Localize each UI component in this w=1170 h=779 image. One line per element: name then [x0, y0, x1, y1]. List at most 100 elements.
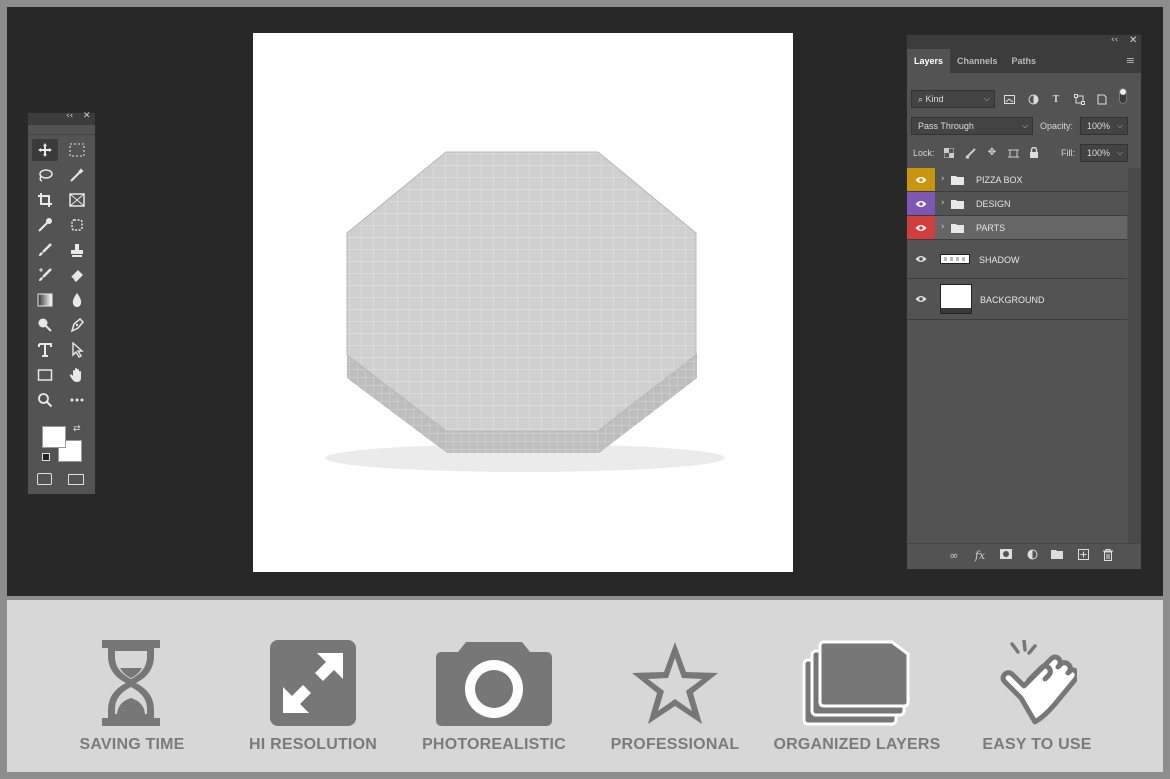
adjustment-filter-icon[interactable] — [1027, 93, 1039, 105]
layer-name: PARTS — [976, 223, 1006, 233]
visibility-eye-icon[interactable] — [907, 216, 935, 239]
magic-wand-icon[interactable] — [64, 164, 90, 186]
folder-icon — [951, 200, 964, 209]
close-icon[interactable]: ✕ — [1129, 35, 1137, 46]
frame: ‹‹ ✕ ⇄ ‹‹ ✕ Layers Channels Paths ≡ ⌕ Ki… — [0, 0, 1170, 779]
tab-channels[interactable]: Channels — [950, 49, 1005, 73]
layer-name: DESIGN — [976, 199, 1011, 209]
brush-icon[interactable] — [32, 239, 58, 261]
type-tool-icon[interactable] — [32, 339, 58, 361]
tools-panel: ‹‹ ✕ ⇄ — [27, 111, 96, 495]
default-colors-icon[interactable] — [42, 453, 50, 461]
collapse-icon[interactable]: ‹‹ — [1111, 35, 1118, 45]
eraser-icon[interactable] — [64, 264, 90, 286]
pixel-filter-icon[interactable] — [1003, 93, 1015, 105]
features-band: SAVING TIME HI RESOLUTION PHOTOREALISTIC — [7, 600, 1163, 772]
layers-panel-header[interactable]: ‹‹ ✕ — [907, 35, 1141, 49]
scrollbar[interactable] — [1128, 168, 1141, 548]
photoshop-workspace: ‹‹ ✕ ⇄ ‹‹ ✕ Layers Channels Paths ≡ ⌕ Ki… — [7, 7, 1163, 596]
folder-icon — [951, 176, 964, 185]
foreground-color-swatch[interactable] — [42, 426, 66, 448]
type-filter-icon[interactable]: T — [1050, 93, 1062, 105]
layer-thumbnail — [940, 254, 970, 264]
chevron-down-icon: ⌵ — [1116, 121, 1123, 130]
feature-easy-to-use: EASY TO USE — [942, 600, 1132, 772]
feature-label: EASY TO USE — [982, 736, 1092, 753]
lock-pixels-icon[interactable] — [964, 147, 976, 159]
feature-professional: PROFESSIONAL — [580, 600, 770, 772]
tab-layers[interactable]: Layers — [907, 49, 951, 73]
layer-row[interactable]: BACKGROUND — [907, 279, 1127, 320]
lock-position-icon[interactable]: ✥ — [986, 146, 998, 158]
smart-object-filter-icon[interactable] — [1096, 93, 1108, 105]
layer-name: BACKGROUND — [980, 295, 1045, 305]
rectangle-tool-icon[interactable] — [32, 364, 58, 386]
lock-artboard-icon[interactable] — [1007, 147, 1019, 159]
blur-icon[interactable] — [64, 289, 90, 311]
close-icon[interactable]: ✕ — [83, 111, 91, 121]
chevron-right-icon[interactable]: › — [941, 174, 945, 184]
panel-menu-icon[interactable]: ≡ — [1126, 55, 1135, 66]
fill-field[interactable]: 100% ⌵ — [1080, 144, 1128, 162]
visibility-eye-icon[interactable] — [907, 192, 935, 215]
chevron-right-icon[interactable]: › — [941, 222, 945, 232]
marquee-tool-icon[interactable] — [64, 139, 90, 161]
swap-colors-icon[interactable]: ⇄ — [73, 424, 81, 434]
fill-label: Fill: — [1061, 148, 1075, 158]
collapse-icon[interactable]: ‹‹ — [66, 111, 73, 121]
more-tools-icon[interactable] — [64, 389, 90, 411]
gradient-icon[interactable] — [32, 289, 58, 311]
tools-panel-header[interactable]: ‹‹ ✕ — [28, 111, 95, 125]
stamp-icon[interactable] — [64, 239, 90, 261]
history-brush-icon[interactable] — [32, 264, 58, 286]
search-icon: ⌕ — [918, 94, 926, 104]
filter-kind-value: Kind — [925, 94, 944, 104]
layer-row[interactable]: › DESIGN — [907, 192, 1127, 216]
adjustment-icon[interactable] — [1025, 549, 1039, 563]
blend-mode-select[interactable]: Pass Through ⌵ — [911, 117, 1033, 135]
new-layer-icon[interactable] — [1076, 549, 1090, 563]
visibility-eye-icon[interactable] — [907, 168, 935, 191]
shape-filter-icon[interactable] — [1073, 93, 1085, 105]
blend-mode-value: Pass Through — [918, 121, 974, 131]
path-select-icon[interactable] — [64, 339, 90, 361]
quick-mask-icon[interactable] — [37, 473, 52, 485]
screen-mode-icon[interactable] — [68, 474, 84, 485]
trash-icon[interactable] — [1101, 549, 1115, 563]
pen-icon[interactable] — [64, 314, 90, 336]
move-tool-icon[interactable] — [32, 139, 58, 161]
layer-row-selected[interactable]: › PARTS — [907, 216, 1127, 240]
new-group-icon[interactable] — [1050, 549, 1064, 563]
frame-tool-icon[interactable] — [64, 189, 90, 211]
opacity-label: Opacity: — [1040, 121, 1074, 131]
link-icon[interactable]: ∞ — [947, 549, 961, 563]
dodge-icon[interactable] — [32, 314, 58, 336]
filter-toggle-icon[interactable] — [1117, 88, 1129, 104]
layer-name: SHADOW — [979, 255, 1020, 265]
fx-icon[interactable]: fx — [973, 549, 987, 563]
chevron-right-icon[interactable]: › — [941, 198, 945, 208]
lock-all-icon[interactable] — [1028, 146, 1040, 158]
layers-panel: ‹‹ ✕ Layers Channels Paths ≡ ⌕ Kind ⌵ T P… — [906, 34, 1142, 570]
layer-row[interactable]: SHADOW — [907, 240, 1127, 279]
chevron-down-icon: ⌵ — [983, 94, 990, 103]
hand-tool-icon[interactable] — [64, 364, 90, 386]
layer-row[interactable]: › PIZZA BOX — [907, 168, 1127, 192]
tab-paths[interactable]: Paths — [1005, 49, 1044, 73]
visibility-eye-icon[interactable] — [907, 240, 935, 278]
zoom-tool-icon[interactable] — [32, 389, 58, 411]
folder-icon — [951, 224, 964, 233]
filter-kind-select[interactable]: ⌕ Kind ⌵ — [911, 90, 995, 108]
document-canvas[interactable] — [253, 33, 793, 572]
fill-value: 100% — [1087, 148, 1111, 158]
healing-icon[interactable] — [64, 214, 90, 236]
opacity-field[interactable]: 100% ⌵ — [1080, 117, 1128, 135]
lock-transparent-icon[interactable] — [943, 147, 955, 159]
panel-grip[interactable] — [28, 125, 95, 135]
opacity-value: 100% — [1087, 121, 1111, 131]
crop-tool-icon[interactable] — [32, 189, 58, 211]
mask-icon[interactable] — [999, 549, 1013, 563]
eyedropper-icon[interactable] — [32, 214, 58, 236]
visibility-eye-icon[interactable] — [907, 279, 935, 319]
lasso-tool-icon[interactable] — [32, 164, 58, 186]
